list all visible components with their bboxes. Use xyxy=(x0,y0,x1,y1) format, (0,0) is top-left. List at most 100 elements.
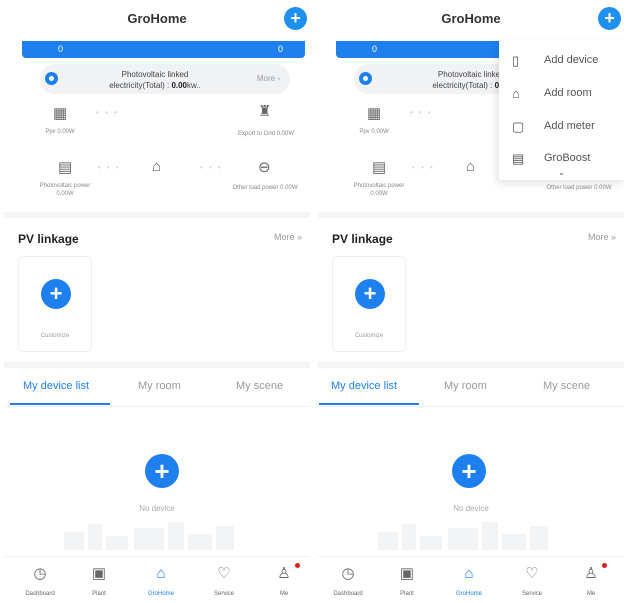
pv-linkage-title: PV linkage xyxy=(332,232,393,246)
nav-me[interactable]: ♙ Me xyxy=(259,563,309,597)
pv-linkage-more-link[interactable]: More » xyxy=(588,232,616,242)
inverter-icon: ▤ xyxy=(58,159,73,176)
tab-separator xyxy=(4,406,310,407)
pv-summary-pill[interactable]: Photovoltaic linked electricity(Total) :… xyxy=(40,64,290,94)
double-chevron-icon: » xyxy=(296,232,302,242)
no-device-text: No device xyxy=(453,504,489,513)
tab-my-scene[interactable]: My scene xyxy=(543,380,590,392)
pv-power-readout: Ppv 0.00W xyxy=(45,129,75,135)
pv-power-label: Photovoltaic power 0.00W xyxy=(353,183,405,197)
menu-item-add-meter[interactable]: ▢ Add meter xyxy=(499,111,624,141)
no-device-text: No device xyxy=(139,504,175,513)
nav-plant[interactable]: ▣ Plant xyxy=(382,565,432,597)
load-icon: ⊖ xyxy=(258,159,271,176)
pv-summary-unit: kw.. xyxy=(187,81,201,90)
grohome-screen-default: GroHome + 0 0 Photovoltaic linked electr… xyxy=(4,0,310,603)
service-icon: ♡ xyxy=(525,565,539,582)
pv-summary-text: Photovoltaic linked electricity(Total) :… xyxy=(80,69,230,91)
section-divider xyxy=(4,212,310,218)
tab-my-scene[interactable]: My scene xyxy=(236,380,283,392)
app-title: GroHome xyxy=(441,11,501,26)
room-icon: ⌂ xyxy=(512,86,520,101)
flow-dots: • • • xyxy=(96,108,119,117)
customize-label: Customize xyxy=(354,333,384,339)
house-icon: ⌂ xyxy=(466,158,476,175)
pv-more-link[interactable]: More › xyxy=(257,74,280,83)
add-icon: + xyxy=(41,279,71,309)
tab-my-room[interactable]: My room xyxy=(444,380,487,392)
customize-card[interactable]: + Customize xyxy=(18,256,92,352)
inverter-icon: ▤ xyxy=(372,159,387,176)
person-icon: ♙ xyxy=(277,565,291,582)
nav-service[interactable]: ♡ Service xyxy=(199,565,249,597)
pv-summary-prefix: electricity(Total) : xyxy=(109,81,170,90)
add-device-button[interactable]: + xyxy=(145,454,179,488)
meter-icon: ▢ xyxy=(512,119,525,134)
flow-dots: • • • xyxy=(410,108,433,117)
menu-item-add-room[interactable]: ⌂ Add room xyxy=(499,78,624,108)
notification-badge xyxy=(602,563,607,568)
nav-dashboard[interactable]: ◷ Dashboard xyxy=(323,565,373,597)
active-tab-indicator xyxy=(319,403,419,405)
menu-item-add-device[interactable]: ▯ Add device xyxy=(499,45,624,75)
add-dropdown-menu: ▯ Add device ⌂ Add room ▢ Add meter ▤ Gr… xyxy=(499,40,624,180)
nav-plant[interactable]: ▣ Plant xyxy=(74,565,124,597)
tab-separator xyxy=(318,406,624,407)
customize-card[interactable]: + Customize xyxy=(332,256,406,352)
pv-summary-value: 0.00 xyxy=(171,81,188,90)
app-title: GroHome xyxy=(127,11,187,26)
pv-linkage-more-link[interactable]: More » xyxy=(274,232,302,242)
flow-dots: • • • xyxy=(412,163,435,172)
home-icon: ⌂ xyxy=(156,565,166,582)
other-load-readout: Other load power 0.00W xyxy=(232,185,298,191)
nav-me[interactable]: ♙ Me xyxy=(566,563,616,597)
other-load-readout: Other load power 0.00W xyxy=(546,185,612,191)
service-icon: ♡ xyxy=(217,565,231,582)
chevron-right-icon: › xyxy=(277,74,280,83)
device-icon: ▯ xyxy=(512,53,520,68)
add-icon: + xyxy=(355,279,385,309)
nav-service[interactable]: ♡ Service xyxy=(507,565,557,597)
dashboard-icon: ◷ xyxy=(341,565,355,582)
nav-dashboard[interactable]: ◷ Dashboard xyxy=(15,565,65,597)
pv-more-label: More xyxy=(256,74,276,83)
add-device-button[interactable]: + xyxy=(452,454,486,488)
active-tab-indicator xyxy=(10,403,110,405)
export-grid-readout: Export to Grid 0.00W xyxy=(237,131,295,137)
section-divider xyxy=(4,362,310,368)
solar-panel-icon: ▦ xyxy=(367,105,382,122)
tab-my-device-list[interactable]: My device list xyxy=(23,380,89,392)
notification-badge xyxy=(295,563,300,568)
pv-power-readout: Ppv 0.00W xyxy=(359,129,389,135)
groboost-icon: ▤ xyxy=(512,151,525,166)
pv-indicator-icon xyxy=(45,72,58,85)
add-button[interactable]: + xyxy=(598,7,621,30)
dashboard-icon: ◷ xyxy=(33,565,47,582)
house-icon: ⌂ xyxy=(152,158,162,175)
home-icon: ⌂ xyxy=(464,565,474,582)
person-icon: ♙ xyxy=(584,565,598,582)
top-bar: GroHome + xyxy=(4,0,310,40)
section-divider xyxy=(318,212,624,218)
grohome-screen-menu-open: GroHome + 0 Photovoltaic linke electrici… xyxy=(318,0,624,603)
solar-panel-icon: ▦ xyxy=(53,105,68,122)
energy-left-value: 0 xyxy=(58,44,64,54)
energy-right-value: 0 xyxy=(277,44,283,54)
bottom-nav: ◷ Dashboard ▣ Plant ⌂ GroHome ♡ Service … xyxy=(318,556,624,603)
pv-linkage-title: PV linkage xyxy=(18,232,79,246)
nav-grohome[interactable]: ⌂ GroHome xyxy=(444,565,494,597)
add-button[interactable]: + xyxy=(284,7,307,30)
energy-left-value: 0 xyxy=(372,44,378,54)
plant-icon: ▣ xyxy=(91,565,107,582)
flow-dots: • • • xyxy=(98,163,121,172)
grid-tower-icon: ♜ xyxy=(258,103,272,120)
chevron-down-icon: ⌄ xyxy=(558,168,565,177)
tab-my-room[interactable]: My room xyxy=(138,380,181,392)
top-bar: GroHome + xyxy=(318,0,624,40)
tab-my-device-list[interactable]: My device list xyxy=(331,380,397,392)
flow-dots: • • • xyxy=(200,163,223,172)
bottom-nav: ◷ Dashboard ▣ Plant ⌂ GroHome ♡ Service … xyxy=(4,556,310,603)
pv-indicator-icon xyxy=(359,72,372,85)
empty-illustration xyxy=(378,520,564,550)
nav-grohome[interactable]: ⌂ GroHome xyxy=(136,565,186,597)
